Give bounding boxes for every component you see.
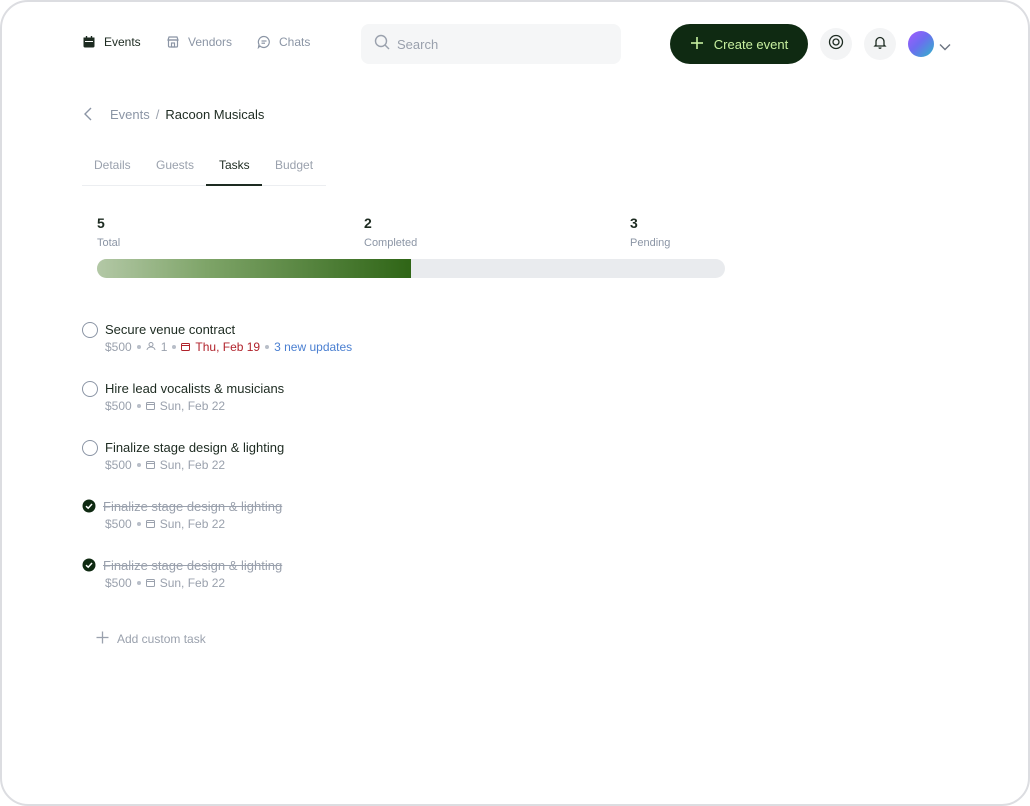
task-cost: $500 xyxy=(105,458,132,472)
task-due-date: Sun, Feb 22 xyxy=(159,576,226,590)
stat-total: 5 Total xyxy=(97,215,120,249)
add-custom-task-button[interactable]: Add custom task xyxy=(96,631,206,647)
create-event-button[interactable]: Create event xyxy=(670,24,808,64)
meta-separator xyxy=(136,522,141,526)
task-checkbox[interactable] xyxy=(82,381,98,397)
task-title: Hire lead vocalists & musicians xyxy=(105,381,285,396)
task-cost: $500 xyxy=(105,576,132,590)
create-event-label: Create event xyxy=(713,36,789,52)
tab-details[interactable]: Details xyxy=(94,158,131,172)
task-progress-bar xyxy=(97,259,725,278)
meta-separator xyxy=(136,404,141,408)
task-updates-link[interactable]: 3 new updates xyxy=(274,340,352,354)
task-due-date: Sun, Feb 22 xyxy=(159,517,226,531)
task-meta: $500 Sun, Feb 22 xyxy=(105,517,225,531)
meta-separator xyxy=(136,581,141,585)
task-meta: $500 Sun, Feb 22 xyxy=(105,399,225,413)
tab-tasks[interactable]: Tasks xyxy=(219,158,250,172)
nav-vendors-label: Vendors xyxy=(188,35,233,49)
task-assignee-count: 1 xyxy=(160,340,168,354)
search-input[interactable] xyxy=(397,36,597,52)
tab-budget[interactable]: Budget xyxy=(275,158,313,172)
task-title: Secure venue contract xyxy=(105,322,236,337)
search-box[interactable] xyxy=(361,24,621,64)
nav-chats[interactable]: Chats xyxy=(257,35,310,49)
calendar-small-icon xyxy=(145,576,155,590)
stat-total-label: Total xyxy=(97,237,121,249)
calendar-small-icon xyxy=(145,517,155,531)
task-title: Finalize stage design & lighting xyxy=(105,440,285,455)
plus-icon xyxy=(96,631,109,647)
back-arrow-icon[interactable] xyxy=(84,107,92,126)
check-circle-icon[interactable] xyxy=(82,558,98,574)
task-item[interactable]: Hire lead vocalists & musicians $500 Sun… xyxy=(82,374,482,414)
notifications-button[interactable] xyxy=(864,28,896,60)
nav-vendors[interactable]: Vendors xyxy=(166,35,232,49)
lifebuoy-icon xyxy=(828,34,844,55)
task-checkbox[interactable] xyxy=(82,322,98,338)
store-icon xyxy=(166,35,180,49)
task-meta: $500 Sun, Feb 22 xyxy=(105,458,225,472)
chevron-down-icon[interactable] xyxy=(939,38,951,56)
tab-guests[interactable]: Guests xyxy=(156,158,194,172)
task-title: Finalize stage design & lighting xyxy=(103,499,283,514)
stat-total-value: 5 xyxy=(97,215,105,231)
nav-events[interactable]: Events xyxy=(82,35,141,49)
stat-pending-value: 3 xyxy=(630,215,638,231)
task-checkbox[interactable] xyxy=(82,440,98,456)
bell-icon xyxy=(873,35,887,54)
search-icon xyxy=(374,34,390,55)
people-icon xyxy=(146,340,156,354)
task-due-date: Sun, Feb 22 xyxy=(159,399,226,413)
task-item[interactable]: Secure venue contract $500 1 Thu, Feb 19… xyxy=(82,315,482,355)
task-cost: $500 xyxy=(105,340,132,354)
breadcrumb-events-link[interactable]: Events xyxy=(110,107,150,122)
add-custom-task-label: Add custom task xyxy=(117,632,206,646)
task-title: Finalize stage design & lighting xyxy=(103,558,283,573)
calendar-small-icon xyxy=(181,340,191,354)
breadcrumb: Events / Racoon Musicals xyxy=(110,107,264,122)
breadcrumb-current: Racoon Musicals xyxy=(165,107,265,122)
stat-completed-label: Completed xyxy=(364,237,418,249)
nav-events-label: Events xyxy=(104,35,141,49)
calendar-small-icon xyxy=(145,399,155,413)
calendar-small-icon xyxy=(145,458,155,472)
app-window: Events Vendors Chats Create event xyxy=(0,0,1030,806)
meta-separator xyxy=(265,345,270,349)
task-cost: $500 xyxy=(105,517,132,531)
task-cost: $500 xyxy=(105,399,132,413)
active-tab-indicator xyxy=(206,184,262,186)
plus-icon xyxy=(690,36,704,53)
tab-bar: Details Guests Tasks Budget xyxy=(82,152,326,186)
breadcrumb-separator: / xyxy=(155,107,160,122)
meta-separator xyxy=(136,463,141,467)
meta-separator xyxy=(172,345,177,349)
calendar-icon xyxy=(82,35,96,49)
chat-icon xyxy=(257,35,271,49)
task-due-date: Sun, Feb 22 xyxy=(159,458,226,472)
stat-completed: 2 Completed xyxy=(364,215,417,249)
help-button[interactable] xyxy=(820,28,852,60)
stat-pending-label: Pending xyxy=(630,237,671,249)
stat-completed-value: 2 xyxy=(364,215,372,231)
task-meta: $500 Sun, Feb 22 xyxy=(105,576,225,590)
task-due-date: Thu, Feb 19 xyxy=(195,340,261,354)
task-item[interactable]: Finalize stage design & lighting $500 Su… xyxy=(82,551,482,591)
task-progress-fill xyxy=(97,259,411,278)
task-meta: $500 1 Thu, Feb 19 3 new updates xyxy=(105,340,352,354)
task-item[interactable]: Finalize stage design & lighting $500 Su… xyxy=(82,492,482,532)
avatar[interactable] xyxy=(908,31,934,57)
task-item[interactable]: Finalize stage design & lighting $500 Su… xyxy=(82,433,482,473)
nav-chats-label: Chats xyxy=(279,35,311,49)
meta-separator xyxy=(136,345,141,349)
stat-pending: 3 Pending xyxy=(630,215,670,249)
check-circle-icon[interactable] xyxy=(82,499,98,515)
